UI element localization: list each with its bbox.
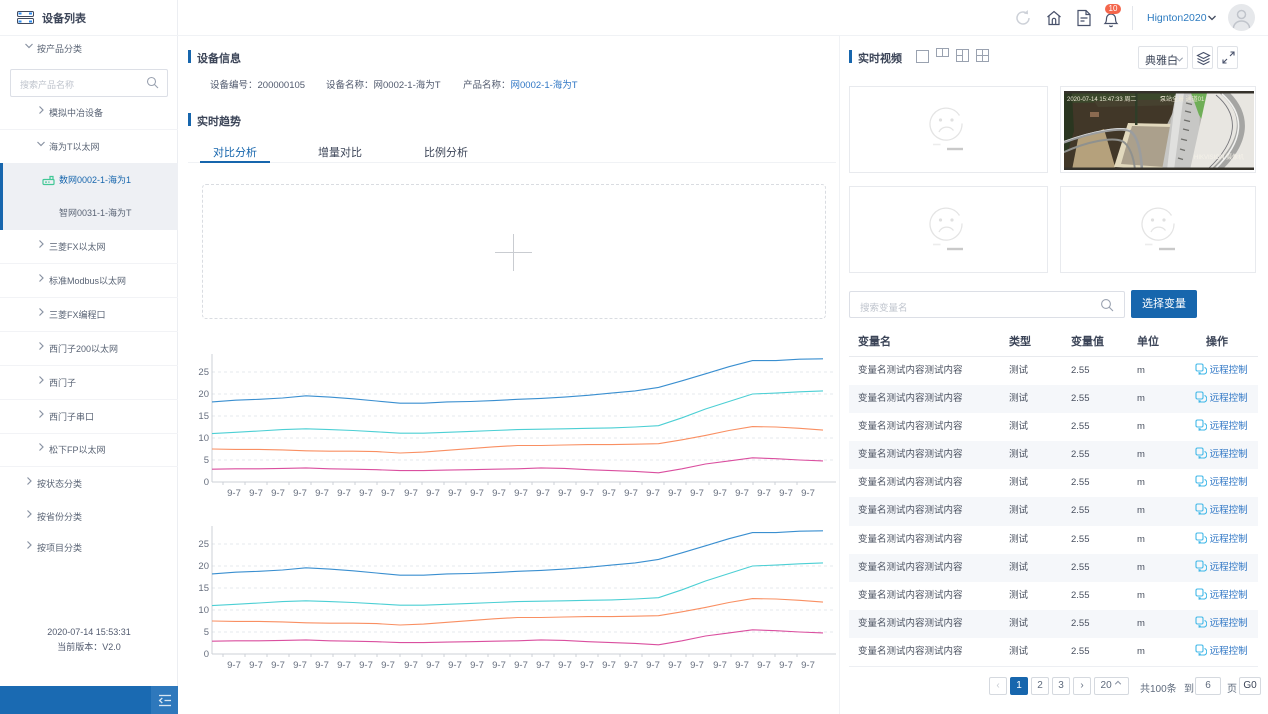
- svg-text:0: 0: [204, 649, 209, 660]
- svg-text:15: 15: [198, 583, 209, 594]
- svg-text:9-7: 9-7: [249, 660, 263, 671]
- svg-text:9-7: 9-7: [646, 660, 660, 671]
- svg-text:9-7: 9-7: [492, 660, 506, 671]
- svg-text:9-7: 9-7: [646, 488, 660, 499]
- svg-text:9-7: 9-7: [801, 488, 815, 499]
- svg-text:9-7: 9-7: [514, 660, 528, 671]
- svg-text:9-7: 9-7: [514, 488, 528, 499]
- svg-text:9-7: 9-7: [580, 660, 594, 671]
- svg-text:9-7: 9-7: [426, 660, 440, 671]
- svg-text:9-7: 9-7: [668, 660, 682, 671]
- svg-text:9-7: 9-7: [602, 660, 616, 671]
- svg-text:9-7: 9-7: [293, 488, 307, 499]
- svg-text:9-7: 9-7: [779, 488, 793, 499]
- svg-text:10: 10: [198, 433, 209, 444]
- svg-text:9-7: 9-7: [602, 488, 616, 499]
- svg-text:9-7: 9-7: [470, 660, 484, 671]
- svg-text:9-7: 9-7: [735, 488, 749, 499]
- svg-text:20: 20: [198, 389, 209, 400]
- svg-text:9-7: 9-7: [757, 488, 771, 499]
- svg-text:9-7: 9-7: [668, 488, 682, 499]
- svg-text:泵站全景 通道01: 泵站全景 通道01: [1160, 95, 1205, 103]
- svg-text:2020-07-14 15:47:33 周二: 2020-07-14 15:47:33 周二: [1067, 96, 1136, 103]
- svg-text:9-7: 9-7: [426, 488, 440, 499]
- svg-text:9-7: 9-7: [249, 488, 263, 499]
- svg-text:9-7: 9-7: [448, 660, 462, 671]
- svg-text:9-7: 9-7: [381, 488, 395, 499]
- svg-text:9-7: 9-7: [359, 488, 373, 499]
- svg-text:9-7: 9-7: [801, 660, 815, 671]
- svg-text:HIKVISION 摄像机: HIKVISION 摄像机: [1194, 153, 1244, 161]
- svg-text:9-7: 9-7: [690, 660, 704, 671]
- svg-text:9-7: 9-7: [735, 660, 749, 671]
- svg-text:9-7: 9-7: [293, 660, 307, 671]
- svg-text:9-7: 9-7: [359, 660, 373, 671]
- svg-text:20: 20: [198, 561, 209, 572]
- svg-text:9-7: 9-7: [381, 660, 395, 671]
- svg-text:9-7: 9-7: [337, 488, 351, 499]
- svg-text:5: 5: [204, 455, 209, 466]
- svg-text:10: 10: [198, 605, 209, 616]
- svg-text:9-7: 9-7: [315, 660, 329, 671]
- svg-text:9-7: 9-7: [713, 488, 727, 499]
- svg-text:9-7: 9-7: [624, 488, 638, 499]
- svg-text:9-7: 9-7: [558, 660, 572, 671]
- svg-text:9-7: 9-7: [713, 660, 727, 671]
- svg-text:9-7: 9-7: [580, 488, 594, 499]
- svg-text:9-7: 9-7: [227, 660, 241, 671]
- svg-text:5: 5: [204, 627, 209, 638]
- svg-text:9-7: 9-7: [536, 488, 550, 499]
- svg-text:9-7: 9-7: [558, 488, 572, 499]
- svg-text:9-7: 9-7: [227, 488, 241, 499]
- svg-text:15: 15: [198, 411, 209, 422]
- svg-text:9-7: 9-7: [337, 660, 351, 671]
- svg-text:9-7: 9-7: [271, 488, 285, 499]
- svg-text:9-7: 9-7: [757, 660, 771, 671]
- svg-text:9-7: 9-7: [536, 660, 550, 671]
- svg-text:9-7: 9-7: [448, 488, 462, 499]
- svg-text:9-7: 9-7: [690, 488, 704, 499]
- svg-text:0: 0: [204, 477, 209, 488]
- svg-text:9-7: 9-7: [624, 660, 638, 671]
- svg-text:25: 25: [198, 539, 209, 550]
- svg-text:9-7: 9-7: [492, 488, 506, 499]
- svg-text:9-7: 9-7: [315, 488, 329, 499]
- svg-text:9-7: 9-7: [404, 488, 418, 499]
- svg-text:9-7: 9-7: [404, 660, 418, 671]
- svg-text:9-7: 9-7: [779, 660, 793, 671]
- svg-text:9-7: 9-7: [271, 660, 285, 671]
- svg-text:25: 25: [198, 367, 209, 378]
- svg-text:9-7: 9-7: [470, 488, 484, 499]
